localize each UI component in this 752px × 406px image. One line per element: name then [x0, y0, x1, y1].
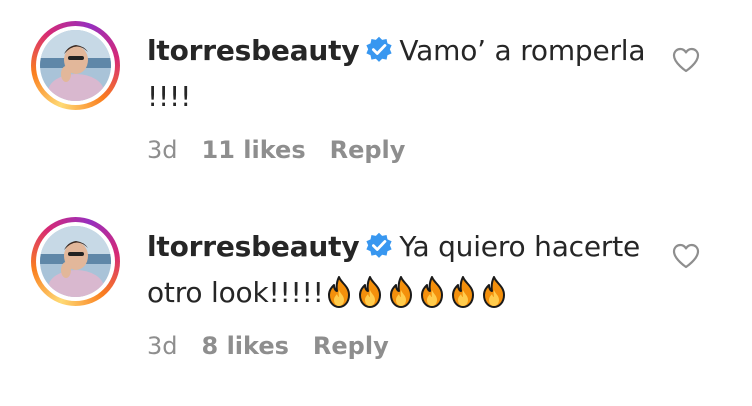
comment-time[interactable]: 3d — [147, 332, 178, 360]
avatar — [40, 30, 111, 101]
fire-emoji — [479, 276, 509, 308]
comment-username[interactable]: ltorresbeauty — [147, 34, 360, 67]
comment-text-line1: Ya quiero hacerte — [399, 230, 640, 263]
comment-text-line2: !!!! — [147, 80, 192, 113]
avatar — [40, 226, 111, 297]
comment-likes-count[interactable]: 11 likes — [202, 136, 306, 164]
comment-meta: 3d 11 likes Reply — [147, 136, 429, 164]
fire-emoji — [386, 276, 416, 308]
comment-time[interactable]: 3d — [147, 136, 178, 164]
fire-emoji — [324, 276, 354, 308]
comment-body: ltorresbeauty Ya quiero hacerte otro look… — [147, 224, 647, 322]
verified-badge-icon — [365, 232, 393, 260]
avatar-story-ring[interactable] — [31, 217, 120, 306]
fire-emoji — [355, 276, 385, 308]
heart-outline-icon[interactable] — [672, 243, 700, 269]
fire-emoji-row — [324, 276, 510, 322]
avatar-story-ring[interactable] — [31, 21, 120, 110]
verified-badge-icon — [365, 36, 393, 64]
comment-text-line1: Vamo’ a romperla — [399, 34, 646, 67]
reply-button[interactable]: Reply — [330, 136, 406, 164]
comment-username[interactable]: ltorresbeauty — [147, 230, 360, 263]
comment-meta: 3d 8 likes Reply — [147, 332, 413, 360]
comment-likes-count[interactable]: 8 likes — [202, 332, 289, 360]
comment-text-line2: otro look!!!!! — [147, 276, 324, 309]
comment-body: ltorresbeauty Vamo’ a romperla !!!! — [147, 28, 647, 120]
heart-outline-icon[interactable] — [672, 47, 700, 73]
reply-button[interactable]: Reply — [313, 332, 389, 360]
fire-emoji — [417, 276, 447, 308]
fire-emoji — [448, 276, 478, 308]
